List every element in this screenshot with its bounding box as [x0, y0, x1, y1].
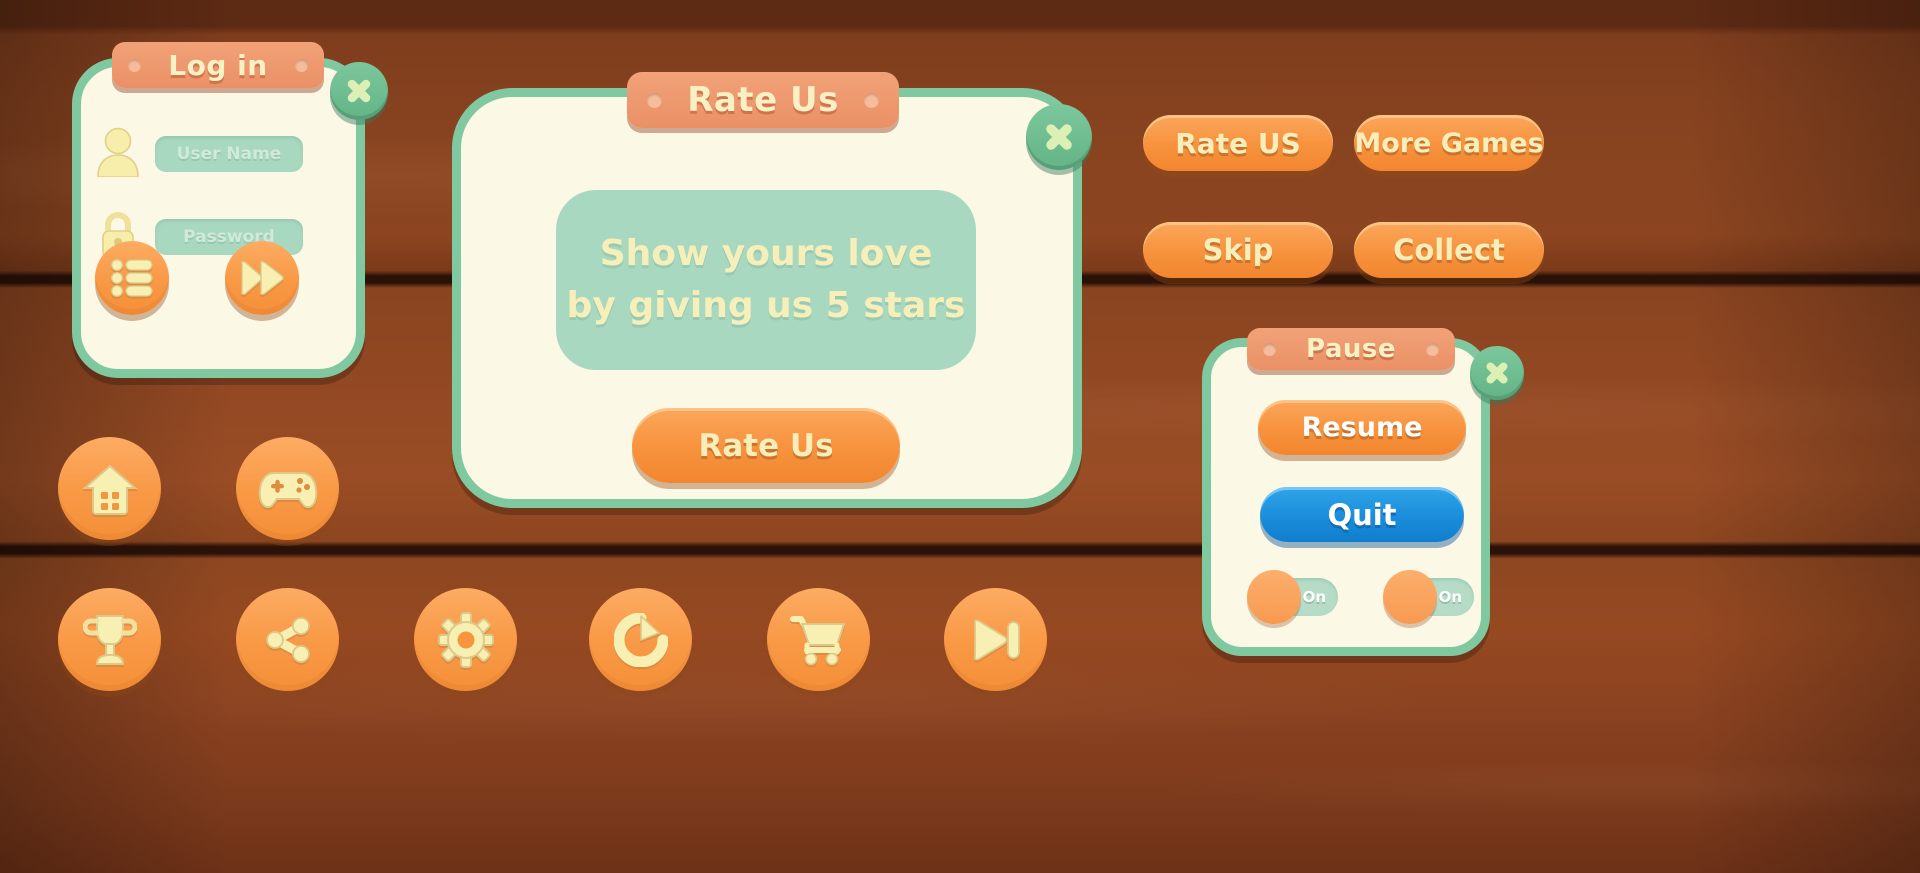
share-button[interactable]: [236, 588, 339, 691]
plate-hole-right: [1426, 342, 1439, 356]
list-icon: [110, 258, 154, 298]
sound-toggle-label: On: [1438, 588, 1462, 606]
skip-forward-button[interactable]: [944, 588, 1047, 691]
rate-us-cta-button[interactable]: Rate Us: [632, 408, 900, 483]
shop-button[interactable]: [767, 588, 870, 691]
close-icon: [344, 76, 374, 106]
rate-title-label: Rate Us: [687, 80, 839, 120]
pause-title-plate: Pause: [1247, 328, 1455, 370]
login-title-label: Log in: [168, 48, 268, 82]
gamepad-icon: [258, 466, 318, 512]
more-games-button[interactable]: More Games: [1354, 115, 1544, 171]
plate-hole-right: [864, 92, 879, 108]
toggle-knob: [1383, 570, 1437, 624]
resume-button[interactable]: Resume: [1258, 400, 1466, 455]
rate-message-box: Show yours love by giving us 5 stars: [556, 190, 976, 370]
plate-hole-right: [295, 58, 308, 72]
trophy-icon: [82, 612, 137, 668]
shopping-cart-icon: [789, 613, 848, 667]
fast-forward-icon: [239, 258, 285, 298]
play-forward-button[interactable]: [225, 241, 299, 315]
login-panel: User Name Password: [72, 58, 365, 378]
home-button[interactable]: [58, 437, 161, 540]
more-games-button-label: More Games: [1354, 127, 1544, 159]
login-close-button[interactable]: [330, 62, 388, 120]
music-toggle[interactable]: On: [1247, 570, 1338, 624]
rate-us-cta-label: Rate Us: [698, 427, 834, 464]
rate-title-plate: Rate Us: [627, 72, 899, 128]
restart-icon: [613, 612, 668, 667]
plate-hole-left: [647, 92, 662, 108]
toggle-knob: [1247, 570, 1301, 624]
user-icon: [95, 127, 141, 181]
quit-button-label: Quit: [1327, 497, 1397, 532]
pause-title-label: Pause: [1305, 334, 1397, 364]
resume-button-label: Resume: [1301, 412, 1423, 443]
username-input[interactable]: User Name: [155, 136, 303, 172]
skip-button[interactable]: Skip: [1143, 222, 1333, 278]
username-row: User Name: [95, 127, 303, 181]
game-button[interactable]: [236, 437, 339, 540]
skip-forward-icon: [970, 617, 1022, 663]
plate-hole-left: [1263, 342, 1276, 356]
list-button[interactable]: [95, 241, 169, 315]
login-title-plate: Log in: [112, 42, 324, 88]
collect-button[interactable]: Collect: [1354, 222, 1544, 278]
skip-button-label: Skip: [1202, 233, 1274, 267]
close-icon: [1042, 120, 1076, 154]
gear-icon: [437, 611, 494, 668]
collect-button-label: Collect: [1393, 233, 1505, 267]
rate-close-button[interactable]: [1026, 104, 1092, 170]
sound-toggle[interactable]: On: [1383, 570, 1474, 624]
rate-message-line-2: by giving us 5 stars: [566, 285, 966, 326]
plate-hole-left: [128, 58, 141, 72]
music-toggle-label: On: [1302, 588, 1326, 606]
rate-message-line-1: Show yours love: [599, 232, 933, 274]
settings-button[interactable]: [414, 588, 517, 691]
quit-button[interactable]: Quit: [1260, 487, 1464, 542]
trophy-button[interactable]: [58, 588, 161, 691]
rate-us-button-label: Rate US: [1175, 126, 1301, 160]
share-icon: [262, 614, 314, 666]
close-icon: [1483, 359, 1511, 387]
restart-button[interactable]: [589, 588, 692, 691]
home-icon: [81, 462, 138, 516]
pause-close-button[interactable]: [1470, 346, 1524, 400]
rate-us-button[interactable]: Rate US: [1143, 115, 1333, 171]
